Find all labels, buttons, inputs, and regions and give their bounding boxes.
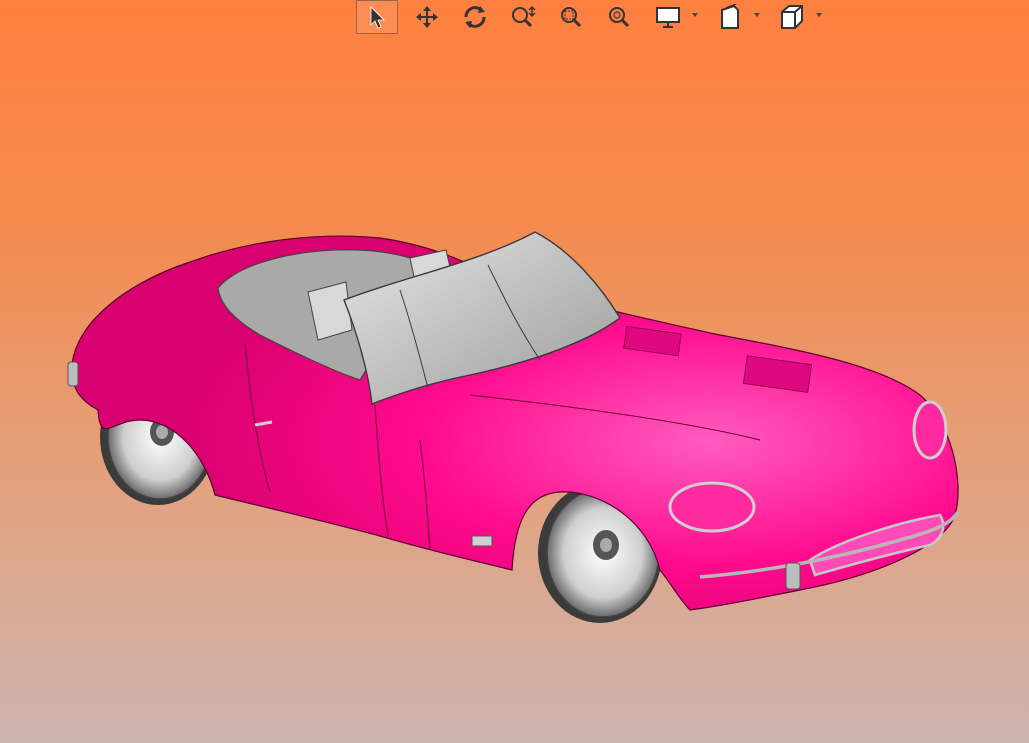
- side-marker: [471, 535, 493, 547]
- headlight-left: [668, 481, 756, 533]
- rear-bumper: [67, 361, 79, 387]
- 3d-viewport[interactable]: [0, 0, 1029, 743]
- cursor-arrow-icon: [370, 6, 385, 29]
- headlight-right: [912, 400, 948, 460]
- chevron-down-icon: [816, 13, 822, 17]
- zoom-tool-button[interactable]: [504, 1, 542, 33]
- zoom-fit-tool-button[interactable]: [600, 1, 638, 33]
- select-tool-button[interactable]: [356, 0, 398, 34]
- view-cube-sheet-icon: [721, 4, 739, 29]
- move-arrows-icon: [416, 6, 438, 28]
- rotate-tool-button[interactable]: [456, 1, 494, 33]
- car-model-3d[interactable]: [0, 0, 1029, 743]
- zoom-fit-icon: [609, 7, 630, 28]
- monitor-icon: [656, 7, 680, 28]
- standard-views-button[interactable]: [772, 1, 824, 33]
- zoom-window-tool-button[interactable]: [552, 1, 590, 33]
- zoom-icon: [512, 5, 536, 28]
- chevron-down-icon: [754, 13, 760, 17]
- rotate-icon: [464, 6, 486, 28]
- display-style-button[interactable]: [648, 1, 700, 33]
- pan-tool-button[interactable]: [408, 1, 446, 33]
- zoom-window-icon: [561, 7, 582, 28]
- cube-icon: [781, 5, 803, 29]
- view-orientation-button[interactable]: [710, 1, 762, 33]
- chevron-down-icon: [692, 13, 698, 17]
- view-toolbar: [356, 0, 834, 34]
